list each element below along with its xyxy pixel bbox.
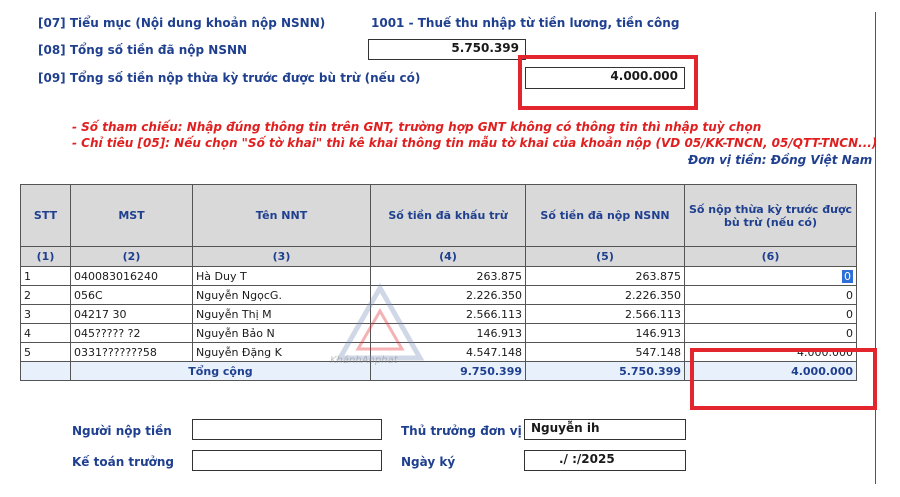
cell-offset-selected-text: 0 <box>842 269 853 283</box>
table-row: 3 04217 30 Nguyễn Thị M 2.566.113 2.566.… <box>20 304 857 324</box>
cell-paid[interactable]: 2.226.350 <box>525 285 685 305</box>
note-indicator-05: - Chỉ tiêu [05]: Nếu chọn "Số tờ khai" t… <box>72 136 878 150</box>
f09-label: [09] Tổng số tiền nộp thừa kỳ trước được… <box>38 71 421 85</box>
cell-offset[interactable]: 0 <box>684 323 857 343</box>
highlight-box-offset <box>690 348 877 410</box>
col-header-stt: STT <box>20 184 71 247</box>
col-number-2: (2) <box>70 246 193 267</box>
col-header-withheld: Số tiền đã khấu trừ <box>370 184 526 247</box>
highlight-box-f09 <box>518 55 698 110</box>
table-row: 1 040083016240 Hà Duy T 263.875 263.875 … <box>20 266 857 286</box>
sign-date-label: Ngày ký <box>401 455 456 469</box>
cell-mst[interactable]: 045????? ?2 <box>70 323 193 343</box>
head-of-unit-input[interactable]: Nguyễn ih <box>524 419 686 440</box>
cell-offset[interactable]: 0 <box>684 304 857 324</box>
cell-mst[interactable]: 040083016240 <box>70 266 193 286</box>
chief-accountant-input[interactable] <box>192 450 382 471</box>
payer-input[interactable] <box>192 419 382 440</box>
cell-stt[interactable]: 4 <box>20 323 71 343</box>
sign-date-input[interactable]: ./ :/2025 <box>524 450 686 471</box>
cell-stt[interactable]: 3 <box>20 304 71 324</box>
f08-field[interactable]: 5.750.399 <box>368 39 526 60</box>
payer-label: Người nộp tiền <box>72 424 172 438</box>
f07-value[interactable]: 1001 - Thuế thu nhập từ tiền lương, tiền… <box>371 16 679 30</box>
col-number-6: (6) <box>684 246 857 267</box>
cell-mst[interactable]: 0331???????58 <box>70 342 193 362</box>
total-blank-cell <box>20 361 71 381</box>
col-number-1: (1) <box>20 246 71 267</box>
cell-mst[interactable]: 04217 30 <box>70 304 193 324</box>
cell-paid[interactable]: 146.913 <box>525 323 685 343</box>
table-row: 4 045????? ?2 Nguyễn Bảo N 146.913 146.9… <box>20 323 857 343</box>
table-row: 2 056C Nguyễn NgọcG. 2.226.350 2.226.350… <box>20 285 857 305</box>
total-paid: 5.750.399 <box>525 361 685 381</box>
cell-stt[interactable]: 1 <box>20 266 71 286</box>
col-header-offset: Số nộp thừa kỳ trước được bù trừ (nếu có… <box>684 184 857 247</box>
cell-stt[interactable]: 2 <box>20 285 71 305</box>
cell-paid[interactable]: 547.148 <box>525 342 685 362</box>
col-number-5: (5) <box>525 246 685 267</box>
cell-paid[interactable]: 2.566.113 <box>525 304 685 324</box>
f07-label: [07] Tiểu mục (Nội dung khoản nộp NSNN) <box>38 16 326 30</box>
col-header-mst: MST <box>70 184 193 247</box>
note-reference: - Số tham chiếu: Nhập đúng thông tin trê… <box>72 120 762 134</box>
col-number-3: (3) <box>192 246 371 267</box>
col-number-4: (4) <box>370 246 526 267</box>
cell-stt[interactable]: 5 <box>20 342 71 362</box>
right-border-line <box>875 12 876 484</box>
cell-paid[interactable]: 263.875 <box>525 266 685 286</box>
f08-label: [08] Tổng số tiền đã nộp NSNN <box>38 43 248 57</box>
cell-offset[interactable]: 0 <box>684 285 857 305</box>
currency-unit: Đơn vị tiền: Đồng Việt Nam <box>688 153 873 167</box>
chief-accountant-label: Kế toán trưởng <box>72 455 174 469</box>
col-header-paid: Số tiền đã nộp NSNN <box>525 184 685 247</box>
cell-mst[interactable]: 056C <box>70 285 193 305</box>
watermark-text: KhánhAnphat <box>330 355 398 366</box>
total-label: Tổng cộng <box>70 361 371 381</box>
head-of-unit-label: Thủ trưởng đơn vị <box>401 424 522 438</box>
col-header-name: Tên NNT <box>192 184 371 247</box>
cell-offset[interactable]: 0 <box>684 266 857 286</box>
